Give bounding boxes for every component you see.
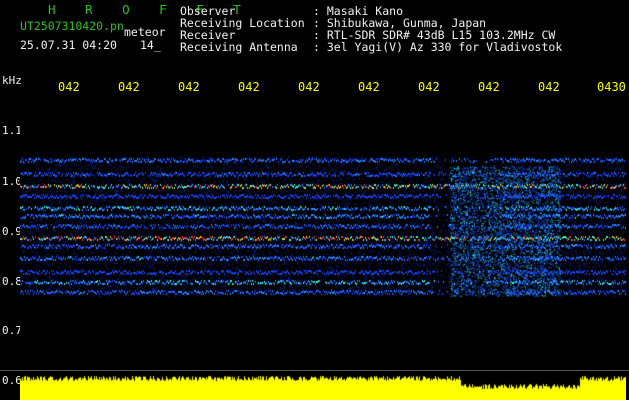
axis-unit: kHz: [2, 74, 22, 87]
spectrogram: [20, 96, 626, 370]
time-tick: 0430: [597, 80, 626, 94]
antenna-label: Receiving Antenna: [180, 40, 298, 54]
time-tick: 042: [538, 80, 560, 94]
freq-tick: 1.0: [2, 175, 22, 188]
freq-tick: 0.7: [2, 324, 22, 337]
time-tick: 042: [298, 80, 320, 94]
time-tick: 042: [478, 80, 500, 94]
frame-counter: 14_: [140, 38, 161, 52]
time-tick: 042: [238, 80, 260, 94]
antenna-value: : 3el Yagi(V) Az 330 for Vladivostok: [313, 40, 563, 54]
time-tick: 042: [58, 80, 80, 94]
time-tick: 042: [358, 80, 380, 94]
file-name: UT2507310420.pn: [20, 19, 124, 33]
freq-tick: 0.8: [2, 275, 22, 288]
time-tick: 042: [118, 80, 140, 94]
signal-level-strip: [20, 370, 626, 400]
time-tick: 042: [418, 80, 440, 94]
mode-label: meteor: [124, 25, 166, 39]
freq-tick: 1.1: [2, 124, 22, 137]
freq-tick: 0.9: [2, 225, 22, 238]
time-tick: 042: [178, 80, 200, 94]
freq-tick: 0.6: [2, 374, 22, 387]
gridline-0-6: [0, 370, 629, 371]
datetime: 25.07.31 04:20: [20, 38, 117, 52]
